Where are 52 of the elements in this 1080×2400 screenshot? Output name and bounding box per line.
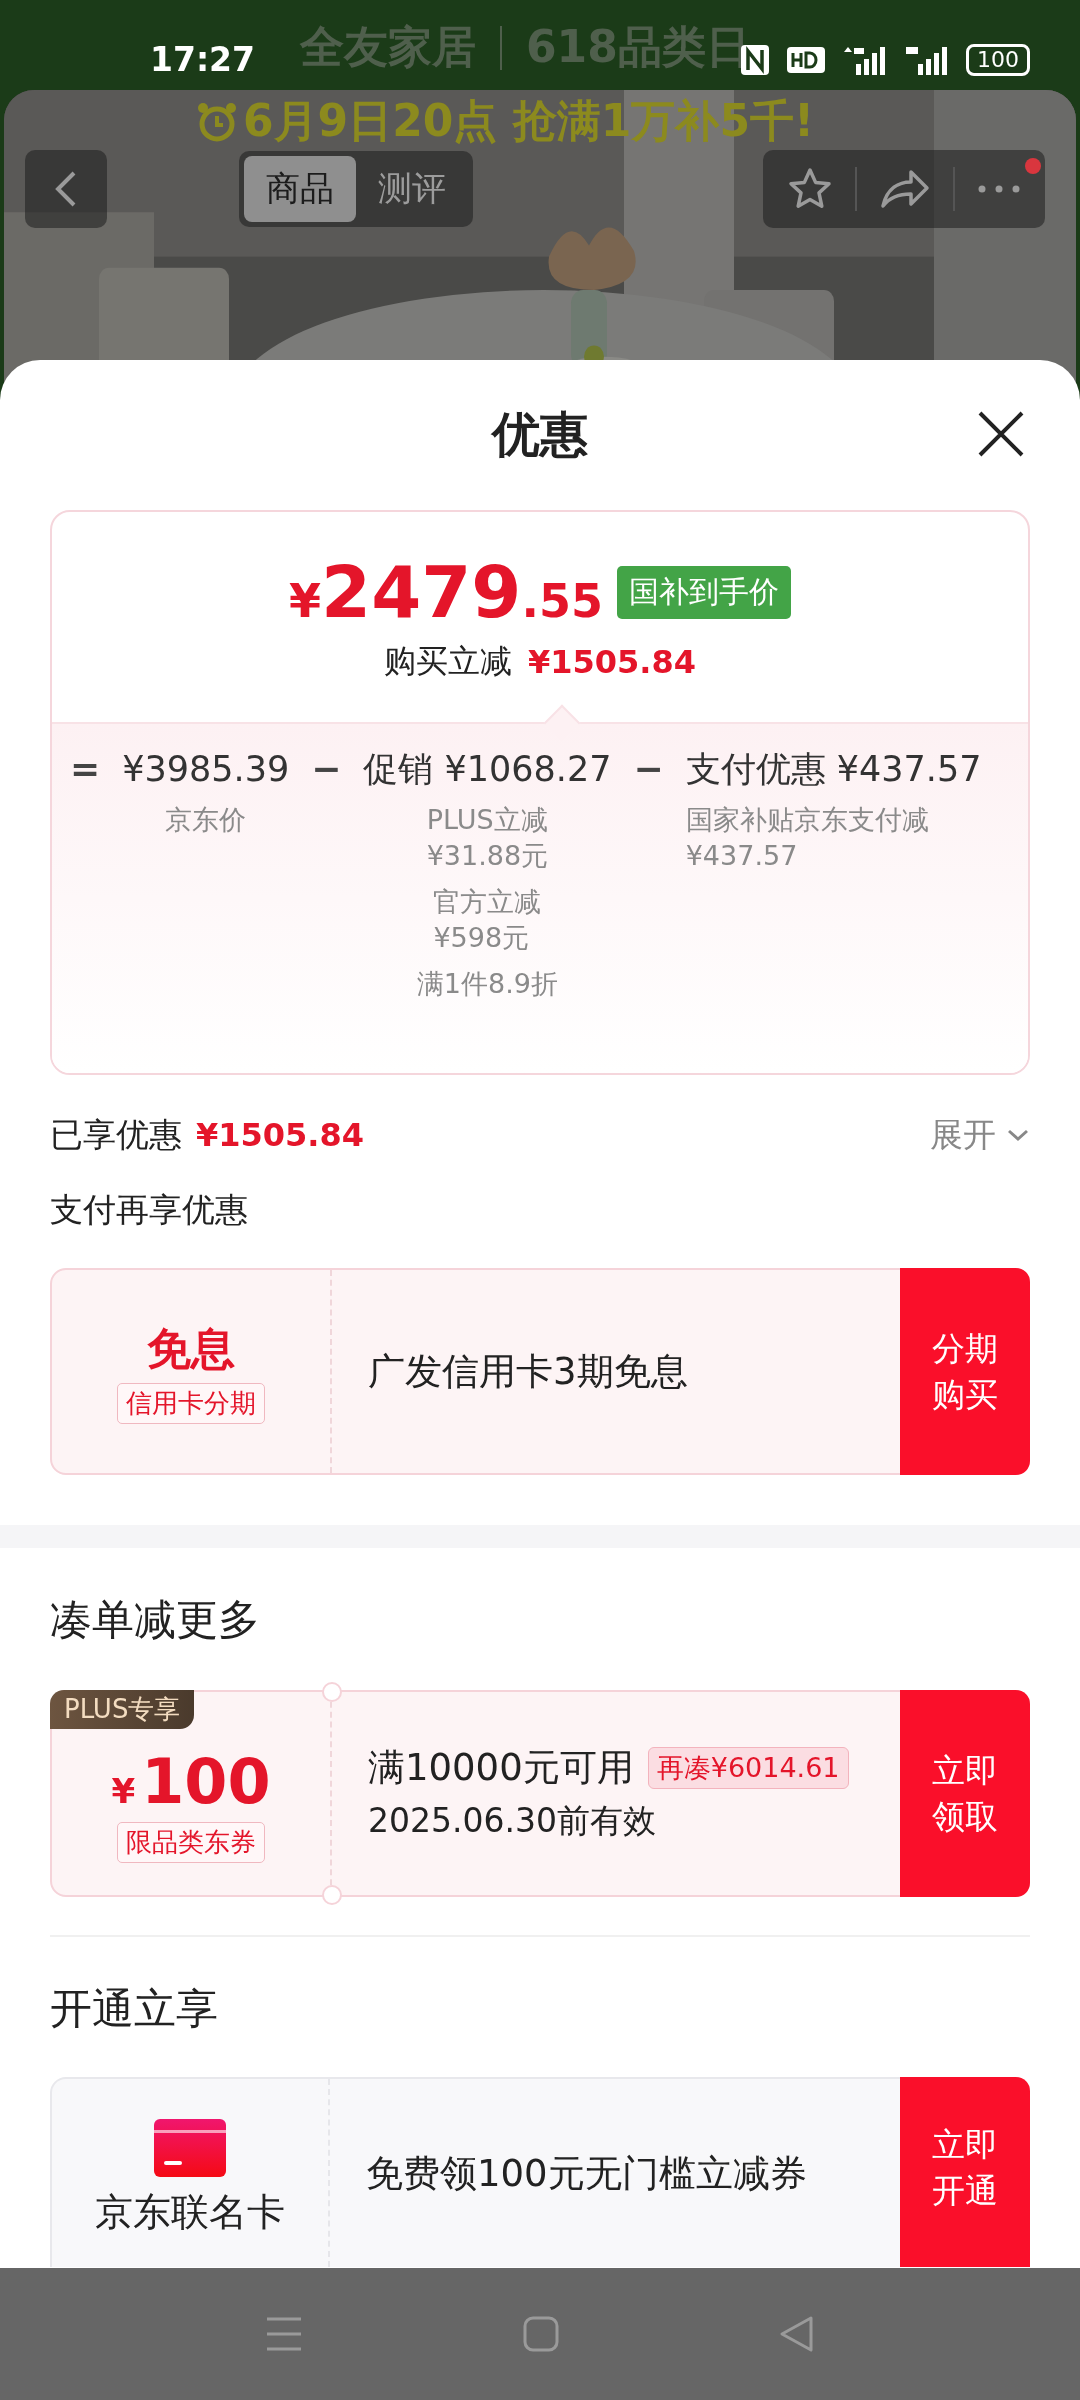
installment-button[interactable]: 分期购买	[900, 1268, 1030, 1475]
nav-tab[interactable]: 商品	[244, 156, 356, 222]
final-price: ¥2479.55	[289, 550, 603, 634]
enjoyed-label: 已享优惠	[50, 1113, 182, 1156]
breakdown-amount: 促销 ¥1068.27	[363, 748, 612, 791]
plus-tag: PLUS专享	[50, 1690, 195, 1729]
credit-card-icon	[154, 2119, 226, 2177]
section-title: 开通立享	[50, 1983, 219, 2035]
close-icon[interactable]	[977, 410, 1025, 458]
operator-sign: −	[311, 747, 342, 791]
claim-button[interactable]: 立即领取	[900, 1690, 1030, 1897]
nav-tab[interactable]: 测评	[356, 156, 468, 222]
offer-text: 广发信用卡3期免息	[368, 1348, 688, 1395]
breakdown-note: ¥598元	[433, 921, 530, 955]
coupon-validity: 2025.06.30前有效	[368, 1800, 656, 1842]
hd-icon	[786, 45, 826, 74]
enjoyed-amount: ¥1505.84	[196, 1116, 364, 1154]
breakdown-note: PLUS立减	[426, 803, 548, 837]
sheet-title: 优惠	[492, 405, 588, 464]
promo-banner-text: 6月9日20点 抢满1万补5千!	[243, 94, 815, 148]
breakdown-note: 满1件8.9折	[416, 967, 558, 1001]
clock: 17:27	[150, 40, 256, 79]
share-icon[interactable]	[879, 168, 931, 210]
breakdown-note: ¥437.57	[685, 839, 798, 873]
saving-label: 购买立减	[384, 641, 512, 682]
price-tag: 国补到手价	[616, 565, 791, 619]
breakdown-note: 京东价	[165, 803, 247, 837]
coupon-amount: ¥100	[111, 1744, 271, 1818]
activate-button[interactable]: 立即开通	[900, 2077, 1030, 2267]
card-name: 京东联名卡	[95, 2189, 285, 2236]
saving-amount: ¥1505.84	[528, 643, 696, 681]
back-icon	[54, 169, 78, 209]
back-button[interactable]	[25, 150, 107, 228]
breakdown-amount: ¥3985.39	[122, 748, 290, 791]
operator-sign: =	[70, 747, 101, 791]
breakdown-amount: 支付优惠 ¥437.57	[685, 748, 982, 791]
offer-title: 免息	[147, 1321, 235, 1376]
breakdown-note: 官方立减	[433, 885, 542, 919]
coupon-type-tag: 限品类东券	[117, 1821, 265, 1863]
more-icon[interactable]	[977, 184, 1021, 194]
section-title: 支付再享优惠	[50, 1189, 249, 1231]
offer-text: 免费领100元无门槛立减券	[366, 2151, 807, 2197]
coupon-condition: 满10000元可用	[368, 1745, 634, 1791]
offer-tag: 信用卡分期	[117, 1382, 265, 1424]
expand-toggle[interactable]: 展开	[930, 1112, 1030, 1158]
chevron-down-icon	[1006, 1127, 1030, 1143]
remaining-amount-tag: 再凑¥6014.61	[647, 1747, 849, 1789]
breakdown-note: ¥31.88元	[426, 839, 549, 873]
section-title: 凑单减更多	[50, 1594, 261, 1646]
breakdown-note: 国家补贴京东支付减	[685, 803, 929, 837]
battery-indicator: 100	[966, 43, 1030, 76]
operator-sign: −	[633, 747, 664, 791]
